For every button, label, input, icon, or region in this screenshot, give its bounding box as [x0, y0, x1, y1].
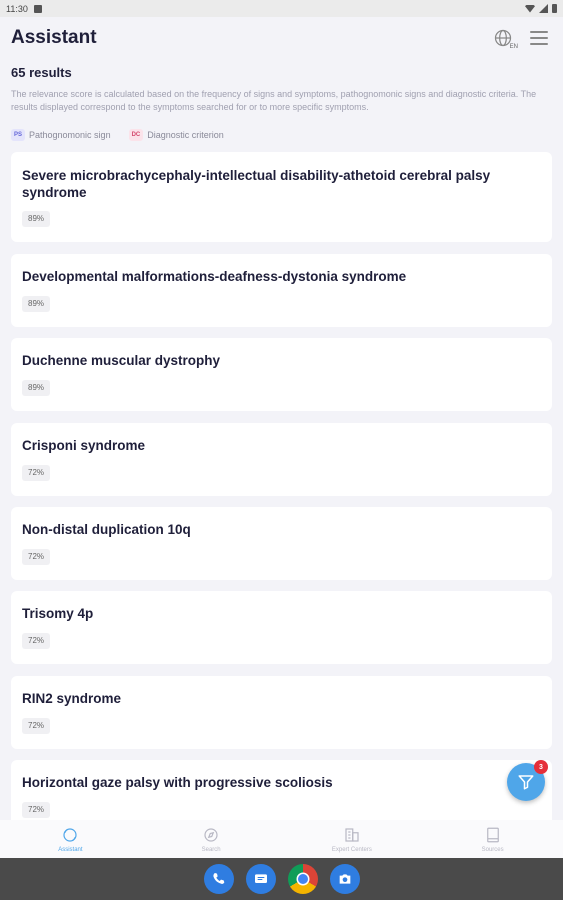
- header-actions: EN: [490, 25, 552, 51]
- result-card[interactable]: Developmental malformations-deafness-dys…: [11, 254, 552, 327]
- result-title: Horizontal gaze palsy with progressive s…: [22, 775, 333, 790]
- pathognomonic-badge: PS: [11, 129, 26, 141]
- chrome-app[interactable]: [287, 864, 318, 894]
- language-button[interactable]: EN: [490, 25, 518, 51]
- system-dock: [0, 858, 563, 900]
- messages-app[interactable]: [245, 864, 276, 894]
- page-title: Assistant: [11, 27, 97, 48]
- book-icon: [486, 827, 499, 842]
- wifi-icon: [525, 4, 535, 13]
- relevance-score: 72%: [22, 802, 51, 818]
- nav-assistant[interactable]: Assistant: [0, 820, 141, 858]
- filter-count-badge: 3: [534, 760, 548, 774]
- nav-sources[interactable]: Sources: [422, 820, 563, 858]
- result-title: Duchenne muscular dystrophy: [22, 353, 221, 368]
- nav-label: Assistant: [58, 846, 83, 853]
- result-title: Crisponi syndrome: [22, 438, 146, 453]
- nav-label: Search: [201, 846, 221, 853]
- building-icon: [345, 827, 359, 842]
- results-count: 65 results: [11, 65, 72, 80]
- result-title: Non-distal duplication 10q: [22, 522, 191, 537]
- filter-icon: [518, 775, 534, 790]
- result-card[interactable]: Non-distal duplication 10q 72%: [11, 507, 552, 580]
- relevance-score: 72%: [22, 633, 51, 649]
- result-title: Trisomy 4p: [22, 606, 94, 621]
- result-title: Severe microbrachycephaly-intellectual d…: [22, 168, 491, 200]
- nav-expert-centers[interactable]: Expert Centers: [282, 820, 423, 858]
- legend-pathognomonic: PS Pathognomonic sign: [11, 129, 111, 141]
- legend-diagnostic: DC Diagnostic criterion: [128, 129, 224, 141]
- status-bar: 11:30: [0, 0, 563, 17]
- bottom-nav: Assistant Search Expert Centers Sources: [0, 820, 563, 858]
- menu-button[interactable]: [530, 27, 552, 49]
- chrome-icon: [296, 872, 309, 886]
- compass-icon: [204, 827, 218, 842]
- result-card[interactable]: Trisomy 4p 72%: [11, 591, 552, 664]
- language-code: EN: [509, 44, 518, 50]
- battery-icon: [552, 4, 557, 13]
- phone-app[interactable]: [203, 864, 234, 894]
- relevance-score: 72%: [22, 465, 51, 481]
- phone-icon: [212, 873, 224, 884]
- camera-icon: [339, 874, 350, 884]
- legend-pathognomonic-label: Pathognomonic sign: [29, 130, 111, 140]
- messages-icon: [254, 874, 267, 883]
- result-card[interactable]: RIN2 syndrome 72%: [11, 676, 552, 749]
- filter-button[interactable]: 3: [507, 760, 548, 801]
- signal-icon: [539, 4, 548, 13]
- result-card[interactable]: Severe microbrachycephaly-intellectual d…: [11, 152, 552, 242]
- diagnostic-badge: DC: [128, 129, 144, 141]
- legend: PS Pathognomonic sign DC Diagnostic crit…: [11, 129, 224, 141]
- legend-diagnostic-label: Diagnostic criterion: [147, 130, 224, 140]
- notification-icon: [33, 4, 42, 13]
- result-card[interactable]: Horizontal gaze palsy with progressive s…: [11, 760, 552, 820]
- assistant-icon: [63, 827, 77, 842]
- status-icons: [525, 4, 557, 13]
- relevance-score: 89%: [22, 380, 51, 396]
- result-title: Developmental malformations-deafness-dys…: [22, 269, 407, 284]
- nav-label: Sources: [481, 846, 504, 853]
- hamburger-icon: [530, 31, 548, 33]
- relevance-score: 72%: [22, 718, 51, 734]
- relevance-score: 89%: [22, 296, 51, 312]
- result-title: RIN2 syndrome: [22, 691, 122, 706]
- nav-label: Expert Centers: [331, 846, 372, 853]
- relevance-score: 89%: [22, 211, 51, 227]
- result-card[interactable]: Duchenne muscular dystrophy 89%: [11, 338, 552, 411]
- nav-search[interactable]: Search: [141, 820, 282, 858]
- results-description: The relevance score is calculated based …: [11, 89, 537, 112]
- status-time: 11:30: [6, 3, 28, 14]
- result-card[interactable]: Crisponi syndrome 72%: [11, 423, 552, 496]
- relevance-score: 72%: [22, 549, 51, 565]
- camera-app[interactable]: [329, 864, 360, 894]
- app-header: Assistant EN: [0, 17, 563, 59]
